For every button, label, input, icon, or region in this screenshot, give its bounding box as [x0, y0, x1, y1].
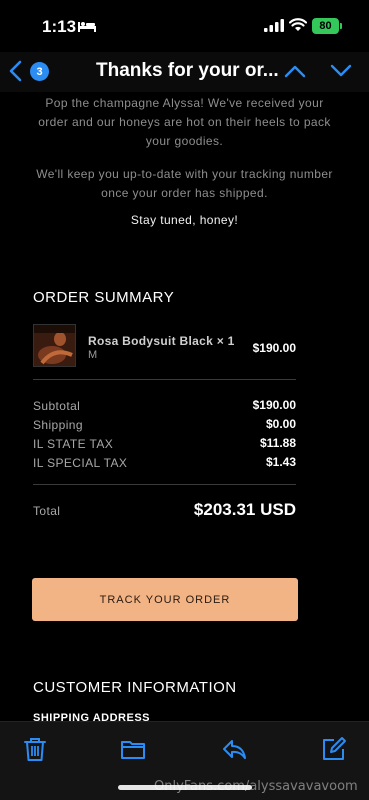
intro-paragraph-1: Pop the champagne Alyssa! We've received…: [38, 96, 331, 148]
special-tax-value: $1.43: [265, 455, 296, 469]
status-time: 1:13: [42, 17, 77, 36]
battery-tip: [340, 23, 342, 29]
product-variant: M: [88, 349, 98, 361]
state-tax-value: $11.88: [259, 436, 296, 450]
product-image: [34, 325, 75, 366]
wifi-icon: [289, 18, 307, 31]
cellular-signal-icon: [264, 19, 284, 32]
unread-count: 3: [36, 65, 43, 78]
intro-paragraph-2: We'll keep you up-to-date with your trac…: [36, 167, 333, 200]
folder-icon[interactable]: [120, 736, 146, 762]
divider: [33, 379, 296, 380]
mail-nav-bar: 3 Thanks for your or...: [0, 52, 369, 92]
back-chevron-icon[interactable]: [8, 60, 22, 82]
unread-count-badge[interactable]: 3: [30, 62, 49, 81]
status-bar: 1:13 80: [0, 0, 369, 52]
stay-tuned-text: Stay tuned, honey!: [130, 213, 239, 227]
watermark-text: OnlyFans.com/alyssavavavoom: [154, 779, 358, 794]
track-order-button[interactable]: TRACK YOUR ORDER: [32, 578, 298, 621]
compose-icon[interactable]: [321, 736, 347, 762]
product-thumbnail[interactable]: [33, 324, 76, 367]
intro-text: Pop the champagne Alyssa! We've received…: [30, 94, 339, 217]
trash-icon[interactable]: [22, 736, 48, 762]
special-tax-label: IL SPECIAL TAX: [33, 456, 128, 470]
total-label: Total: [33, 504, 61, 518]
subtotal-label: Subtotal: [33, 399, 81, 413]
bed-icon: [78, 22, 96, 32]
message-subject-title: Thanks for your or...: [96, 60, 278, 81]
total-value: $203.31 USD: [193, 500, 296, 519]
order-summary-heading: ORDER SUMMARY: [33, 289, 175, 306]
battery-level: 80: [319, 20, 332, 32]
state-tax-label: IL STATE TAX: [33, 437, 114, 451]
customer-information-heading: CUSTOMER INFORMATION: [33, 679, 237, 696]
product-price: $190.00: [252, 341, 296, 355]
battery-indicator: 80: [312, 18, 339, 34]
divider: [33, 484, 296, 485]
reply-icon[interactable]: [221, 736, 247, 762]
next-message-chevron-down-icon[interactable]: [330, 64, 352, 78]
shipping-label: Shipping: [33, 418, 83, 432]
previous-message-chevron-up-icon[interactable]: [284, 64, 306, 78]
shipping-value: $0.00: [265, 417, 296, 431]
subtotal-value: $190.00: [252, 398, 296, 412]
